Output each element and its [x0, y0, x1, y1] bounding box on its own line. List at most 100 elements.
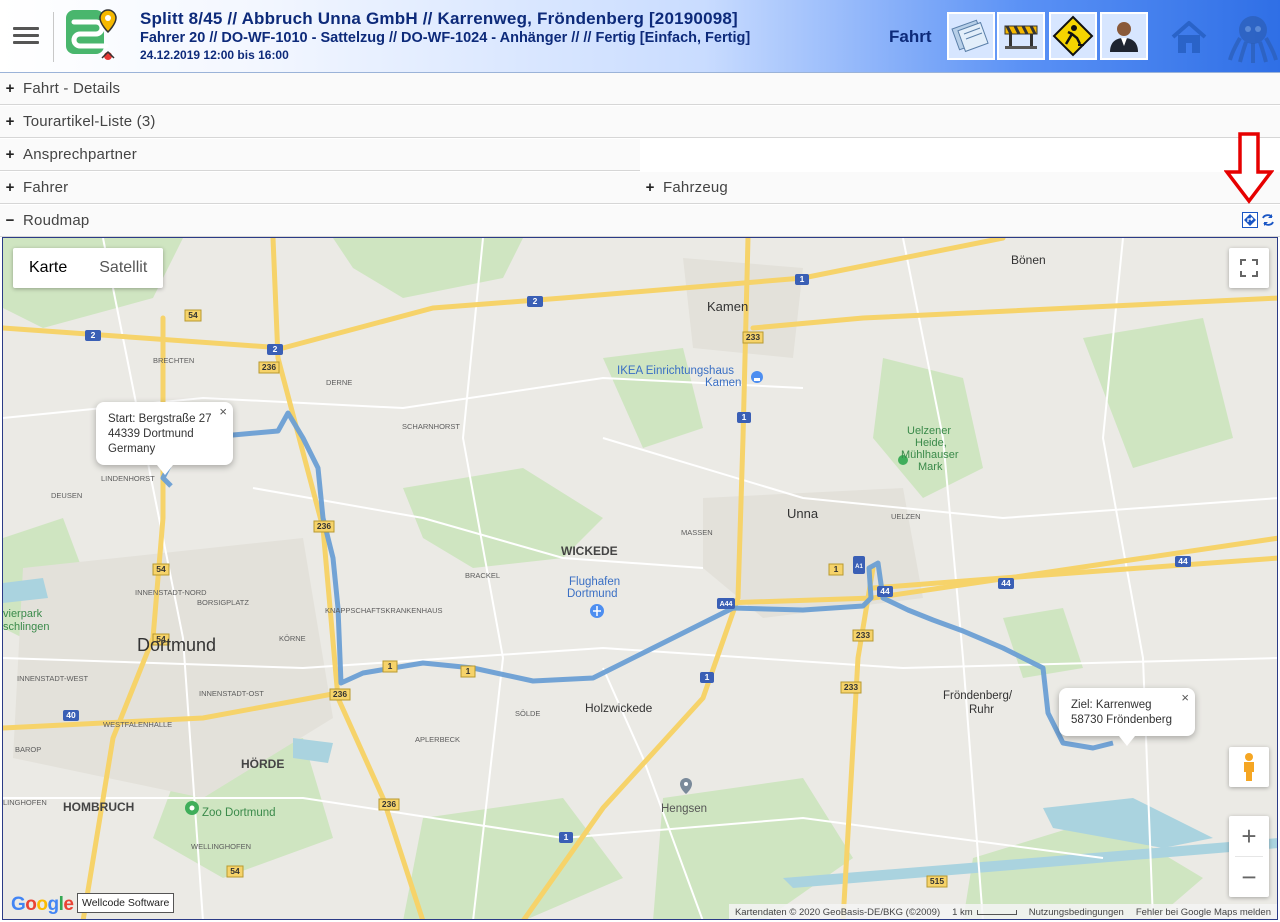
road-shield: A1 — [853, 556, 865, 574]
barrier-tool-button[interactable] — [997, 12, 1045, 60]
svg-text:44: 44 — [880, 586, 890, 596]
expand-toggle[interactable]: + — [1, 80, 19, 97]
map-data-credit: Kartendaten © 2020 GeoBasis-DE/BKG (©200… — [734, 906, 941, 918]
svg-text:1: 1 — [800, 274, 805, 284]
refresh-icon[interactable] — [1260, 212, 1276, 228]
road-shield: 515 — [926, 875, 948, 888]
fullscreen-button[interactable] — [1229, 248, 1269, 288]
google-logo[interactable]: Google — [11, 894, 74, 916]
map-type-karte[interactable]: Karte — [13, 248, 83, 288]
svg-text:233: 233 — [746, 332, 760, 342]
svg-text:INNENSTADT-OST: INNENSTADT-OST — [199, 689, 264, 698]
person-tool-button[interactable] — [1100, 12, 1148, 60]
road-shield: 2 — [85, 330, 101, 341]
svg-text:236: 236 — [317, 521, 331, 531]
svg-text:BAROP: BAROP — [15, 745, 41, 754]
section-fahrer[interactable]: + Fahrer — [0, 172, 640, 204]
svg-text:INNENSTADT-NORD: INNENSTADT-NORD — [135, 588, 207, 597]
map-type-satellit[interactable]: Satellit — [83, 248, 163, 288]
header-divider — [53, 12, 54, 62]
header-bar: Splitt 8/45 // Abbruch Unna GmbH // Karr… — [0, 0, 1280, 73]
barrier-icon — [1004, 25, 1038, 49]
section-fahrzeug[interactable]: + Fahrzeug — [640, 172, 1280, 204]
section-tourartikel-liste[interactable]: + Tourartikel-Liste (3) — [0, 106, 1280, 138]
section-ansprechpartner[interactable]: + Ansprechpartner — [0, 139, 640, 171]
expand-toggle[interactable]: + — [1, 113, 19, 130]
svg-text:Hengsen: Hengsen — [661, 803, 707, 815]
fahrt-label: Fahrt — [889, 27, 932, 46]
svg-text:Dortmund: Dortmund — [567, 588, 618, 600]
svg-text:Ruhr: Ruhr — [969, 704, 994, 716]
zoom-in-button[interactable]: + — [1229, 816, 1269, 856]
svg-text:SÖLDE: SÖLDE — [515, 709, 540, 718]
end-address-line1: Ziel: Karrenweg — [1071, 699, 1152, 711]
road-shield: 236 — [258, 361, 280, 374]
svg-text:236: 236 — [262, 362, 276, 372]
close-icon[interactable]: × — [219, 404, 227, 419]
svg-text:BORSIGPLATZ: BORSIGPLATZ — [197, 598, 249, 607]
svg-text:MASSEN: MASSEN — [681, 528, 713, 537]
route-directions-icon[interactable] — [1242, 212, 1258, 228]
road-shield: 54 — [226, 865, 244, 878]
section-label: Tourartikel-Liste (3) — [23, 113, 156, 130]
svg-text:Kamen: Kamen — [705, 377, 741, 389]
roadmap-map[interactable]: 2 2 2 1 1 1 1 1 1 1 54 54 54 54 233 233 … — [2, 237, 1278, 920]
road-shield: 44 — [1175, 556, 1191, 567]
svg-text:schlingen: schlingen — [3, 621, 49, 633]
document-tool-button[interactable] — [947, 12, 995, 60]
svg-text:DERNE: DERNE — [326, 378, 352, 387]
svg-text:DEUSEN: DEUSEN — [51, 491, 82, 500]
road-shield: 2 — [527, 296, 543, 307]
svg-text:WESTFALENHALLE: WESTFALENHALLE — [103, 720, 172, 729]
svg-text:vierpark: vierpark — [3, 608, 43, 620]
map-canvas[interactable]: 2 2 2 1 1 1 1 1 1 1 54 54 54 54 233 233 … — [3, 238, 1278, 920]
road-shield: 233 — [852, 629, 874, 642]
airport-pin-icon — [590, 604, 604, 618]
expand-toggle[interactable]: + — [1, 179, 19, 196]
app-root: Splitt 8/45 // Abbruch Unna GmbH // Karr… — [0, 0, 1280, 922]
section-label: Fahrt - Details — [23, 80, 121, 97]
svg-text:54: 54 — [230, 866, 240, 876]
red-down-arrow-icon — [1224, 132, 1274, 204]
street-view-button[interactable] — [1229, 747, 1269, 787]
road-shield: 54 — [184, 309, 202, 322]
svg-text:1: 1 — [742, 412, 747, 422]
zoom-out-button[interactable]: − — [1229, 857, 1269, 897]
collapse-toggle[interactable]: − — [1, 212, 19, 229]
section-fahrt-details[interactable]: + Fahrt - Details — [0, 73, 1280, 105]
road-shield: 236 — [378, 798, 400, 811]
svg-text:KÖRNE: KÖRNE — [279, 634, 306, 643]
section-roudmap[interactable]: − Roudmap — [0, 205, 1280, 237]
svg-text:1: 1 — [466, 666, 471, 676]
section-label: Roudmap — [23, 212, 90, 229]
zoo-pin-icon — [185, 801, 199, 815]
zoom-control: + − — [1229, 816, 1269, 897]
wellcode-watermark: Wellcode Software — [77, 893, 175, 913]
end-address-line2: 58730 Fröndenberg — [1071, 714, 1173, 726]
svg-text:BRECHTEN: BRECHTEN — [153, 356, 194, 365]
terms-link[interactable]: Nutzungsbedingungen — [1029, 907, 1124, 918]
svg-text:Fröndenberg/: Fröndenberg/ — [943, 690, 1013, 702]
svg-text:Bönen: Bönen — [1011, 253, 1046, 267]
fullscreen-icon — [1240, 259, 1258, 277]
report-error-link[interactable]: Fehler bei Google Maps melden — [1136, 907, 1271, 918]
svg-text:236: 236 — [382, 799, 396, 809]
roadwork-tool-button[interactable] — [1049, 12, 1097, 60]
close-icon[interactable]: × — [1181, 690, 1189, 705]
road-shield: 236 — [329, 688, 351, 701]
hamburger-menu-icon[interactable] — [11, 24, 41, 50]
road-shield: 233 — [840, 681, 862, 694]
expand-toggle[interactable]: + — [1, 146, 19, 163]
svg-text:INNENSTADT-WEST: INNENSTADT-WEST — [17, 674, 89, 683]
scale-bar[interactable]: 1 km — [952, 907, 1017, 918]
svg-text:233: 233 — [844, 682, 858, 692]
svg-text:Heide,: Heide, — [915, 437, 947, 449]
end-info-window: × Ziel: Karrenweg 58730 Fröndenberg — [1059, 688, 1195, 746]
svg-text:1: 1 — [564, 832, 569, 842]
app-logo-icon — [66, 9, 117, 60]
road-shield: 1 — [460, 665, 476, 678]
svg-text:54: 54 — [156, 564, 166, 574]
home-icon[interactable] — [1170, 20, 1208, 56]
expand-toggle[interactable]: + — [641, 179, 659, 196]
section-label: Ansprechpartner — [23, 146, 137, 163]
